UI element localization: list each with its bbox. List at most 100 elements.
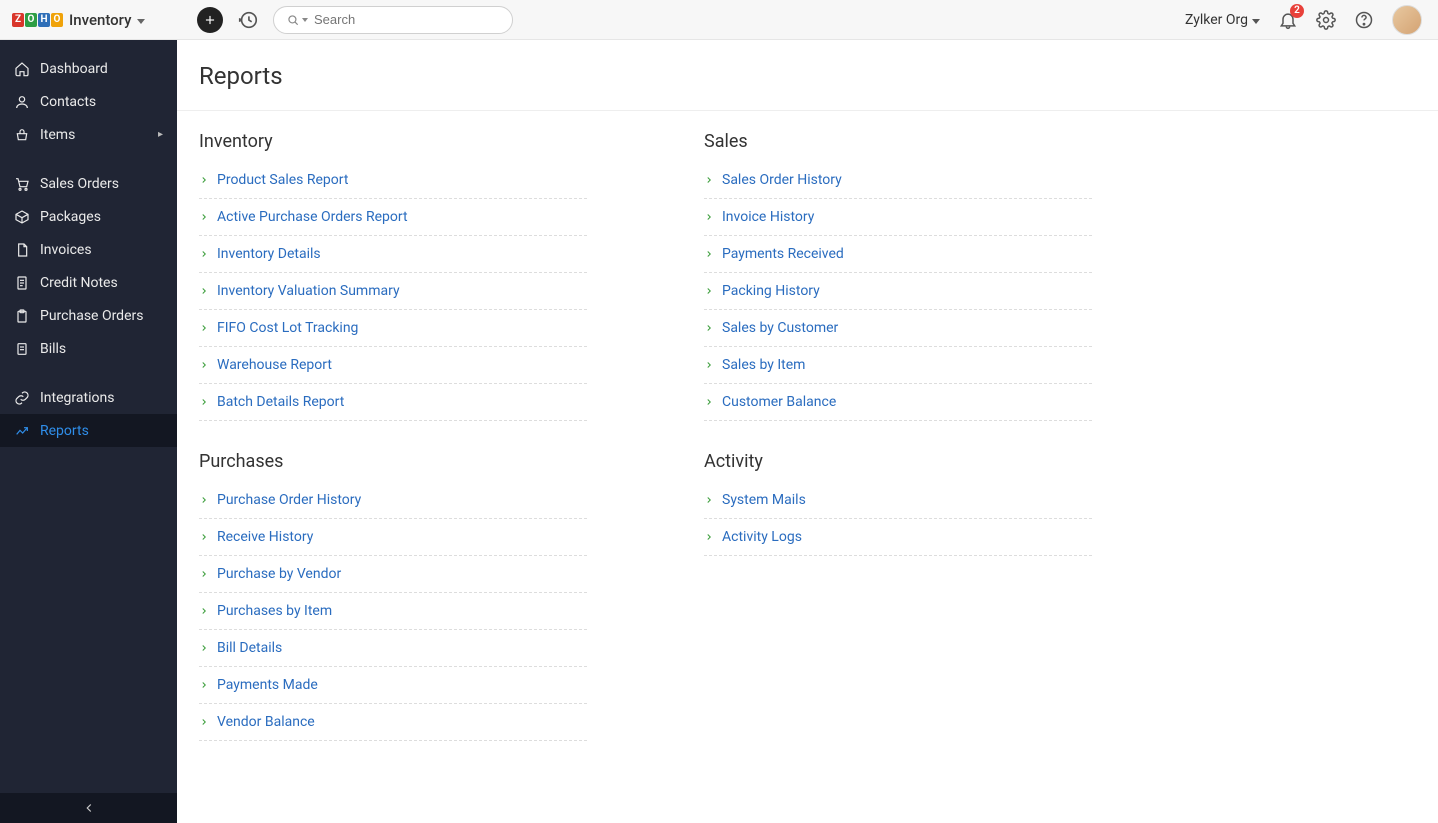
report-link-label: Purchase Order History: [217, 492, 361, 508]
notification-badge: 2: [1290, 4, 1304, 18]
report-link-item[interactable]: Batch Details Report: [199, 384, 587, 421]
sidebar-item-label: Credit Notes: [40, 275, 118, 291]
report-link-item[interactable]: Vendor Balance: [199, 704, 587, 741]
report-link-item[interactable]: Purchase Order History: [199, 488, 587, 519]
report-link-label: Payments Received: [722, 246, 844, 262]
chevron-right-icon: [199, 212, 209, 222]
report-link-label: Vendor Balance: [217, 714, 315, 730]
report-link-item[interactable]: Inventory Valuation Summary: [199, 273, 587, 310]
avatar[interactable]: [1392, 5, 1422, 35]
chevron-right-icon: [199, 249, 209, 259]
org-name-label: Zylker Org: [1185, 12, 1248, 28]
report-link-item[interactable]: Product Sales Report: [199, 168, 587, 199]
org-switcher[interactable]: Zylker Org: [1185, 12, 1260, 28]
sidebar-item-sales-orders[interactable]: Sales Orders: [0, 167, 177, 200]
sidebar-item-credit-notes[interactable]: Credit Notes: [0, 266, 177, 299]
sidebar-item-dashboard[interactable]: Dashboard: [0, 52, 177, 85]
help-button[interactable]: [1354, 10, 1374, 30]
history-icon[interactable]: [237, 9, 259, 31]
report-link-item[interactable]: Bill Details: [199, 630, 587, 667]
sidebar-item-bills[interactable]: Bills: [0, 332, 177, 365]
report-link-item[interactable]: Warehouse Report: [199, 347, 587, 384]
report-section-activity: ActivitySystem MailsActivity Logs: [704, 451, 1209, 741]
sidebar-item-invoices[interactable]: Invoices: [0, 233, 177, 266]
search-scope-toggle[interactable]: [286, 13, 308, 27]
chevron-right-icon: [704, 212, 714, 222]
chart-icon: [14, 423, 30, 439]
chevron-right-icon: [704, 397, 714, 407]
report-link-item[interactable]: Purchases by Item: [199, 593, 587, 630]
report-link-label: FIFO Cost Lot Tracking: [217, 320, 358, 336]
sidebar-item-label: Invoices: [40, 242, 92, 258]
report-link-label: Payments Made: [217, 677, 318, 693]
chevron-down-icon: [1252, 12, 1260, 28]
report-link-item[interactable]: Active Purchase Orders Report: [199, 199, 587, 236]
nav-spacer: [0, 365, 177, 381]
nav-spacer: [0, 151, 177, 167]
quick-create-button[interactable]: [197, 7, 223, 33]
section-title: Sales: [704, 131, 1209, 152]
topbar: Z O H O Inventory Zylker Org 2: [0, 0, 1438, 40]
zoho-logo: Z O H O: [12, 13, 63, 27]
cart-icon: [14, 176, 30, 192]
report-link-item[interactable]: Receive History: [199, 519, 587, 556]
chevron-right-icon: [199, 360, 209, 370]
receipt-icon: [14, 275, 30, 291]
chevron-right-icon: [199, 495, 209, 505]
report-link-item[interactable]: Payments Received: [704, 236, 1092, 273]
chevron-right-icon: [199, 532, 209, 542]
report-link-item[interactable]: Customer Balance: [704, 384, 1092, 421]
chevron-right-icon: [704, 360, 714, 370]
brand-switcher[interactable]: Z O H O Inventory: [0, 0, 177, 40]
report-list: Sales Order History Invoice History Paymen…: [704, 168, 1092, 421]
report-link-item[interactable]: Invoice History: [704, 199, 1092, 236]
report-link-item[interactable]: Inventory Details: [199, 236, 587, 273]
notifications-button[interactable]: 2: [1278, 10, 1298, 30]
report-link-item[interactable]: Purchase by Vendor: [199, 556, 587, 593]
doc-icon: [14, 341, 30, 357]
page-header: Reports: [177, 40, 1438, 111]
report-link-item[interactable]: Sales by Item: [704, 347, 1092, 384]
sidebar-collapse-button[interactable]: [0, 793, 177, 823]
report-link-item[interactable]: Payments Made: [199, 667, 587, 704]
settings-button[interactable]: [1316, 10, 1336, 30]
sidebar-item-packages[interactable]: Packages: [0, 200, 177, 233]
report-link-label: Invoice History: [722, 209, 814, 225]
search-input[interactable]: [314, 12, 500, 27]
report-link-item[interactable]: Sales by Customer: [704, 310, 1092, 347]
sidebar-item-label: Reports: [40, 423, 89, 439]
topbar-left: [177, 6, 513, 34]
report-link-label: Packing History: [722, 283, 820, 299]
report-link-label: Sales by Item: [722, 357, 805, 373]
chevron-right-icon: [199, 323, 209, 333]
chevron-right-icon: [704, 323, 714, 333]
report-link-item[interactable]: Packing History: [704, 273, 1092, 310]
search-box[interactable]: [273, 6, 513, 34]
report-link-label: Bill Details: [217, 640, 282, 656]
sidebar-item-label: Items: [40, 127, 75, 143]
chevron-down-icon: [137, 12, 145, 28]
report-link-label: Inventory Valuation Summary: [217, 283, 400, 299]
report-link-item[interactable]: FIFO Cost Lot Tracking: [199, 310, 587, 347]
sidebar-item-label: Purchase Orders: [40, 308, 143, 324]
report-list: System Mails Activity Logs: [704, 488, 1092, 556]
sidebar-item-items[interactable]: Items▸: [0, 118, 177, 151]
sidebar-item-purchase-orders[interactable]: Purchase Orders: [0, 299, 177, 332]
report-link-item[interactable]: Activity Logs: [704, 519, 1092, 556]
report-link-item[interactable]: System Mails: [704, 488, 1092, 519]
sidebar: Dashboard Contacts Items▸ Sales Orders Packa…: [0, 40, 177, 823]
box-icon: [14, 209, 30, 225]
sidebar-item-reports[interactable]: Reports: [0, 414, 177, 447]
sidebar-item-label: Dashboard: [40, 61, 108, 77]
sidebar-item-label: Packages: [40, 209, 101, 225]
sidebar-item-contacts[interactable]: Contacts: [0, 85, 177, 118]
basket-icon: [14, 127, 30, 143]
sidebar-item-integrations[interactable]: Integrations: [0, 381, 177, 414]
chevron-right-icon: [704, 532, 714, 542]
report-link-item[interactable]: Sales Order History: [704, 168, 1092, 199]
report-link-label: Activity Logs: [722, 529, 802, 545]
sidebar-item-label: Contacts: [40, 94, 96, 110]
topbar-right: Zylker Org 2: [1185, 5, 1438, 35]
chevron-right-icon: [199, 717, 209, 727]
sidebar-item-label: Sales Orders: [40, 176, 119, 192]
